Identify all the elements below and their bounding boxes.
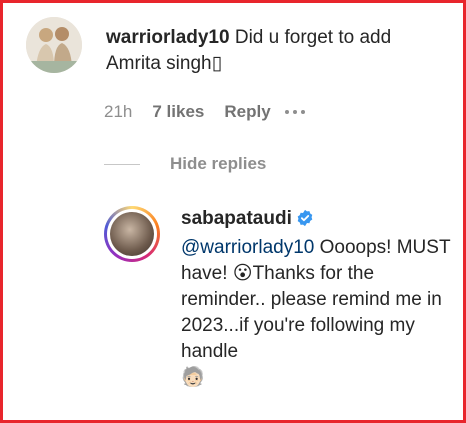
comment-text: warriorlady10 Did u forget to add Amrita… <box>106 25 446 77</box>
avatar-photo-icon <box>26 17 82 73</box>
divider-line <box>104 163 140 165</box>
reply-mention[interactable]: @warriorlady10 <box>181 237 314 258</box>
comment-username[interactable]: warriorlady10 <box>106 27 230 48</box>
reply-avatar[interactable] <box>104 206 160 262</box>
hide-replies-button[interactable]: Hide replies <box>104 154 266 174</box>
reply-username[interactable]: sabapataudi <box>181 208 292 229</box>
likes-count[interactable]: 7 likes <box>152 102 204 122</box>
verified-badge-icon <box>296 209 314 235</box>
reply-text: sabapataudi @warriorlady10 Oooops! MUST … <box>181 206 451 391</box>
reply-button[interactable]: Reply <box>224 102 270 122</box>
avatar[interactable] <box>26 17 82 73</box>
more-options-icon[interactable] <box>284 110 305 114</box>
comment-meta: 21h 7 likes Reply <box>104 102 305 122</box>
reply-emoji: 🧓🏻 <box>181 367 205 388</box>
hide-replies-label: Hide replies <box>170 154 267 173</box>
avatar-photo-icon <box>110 212 154 256</box>
comment-time: 21h <box>104 102 133 121</box>
